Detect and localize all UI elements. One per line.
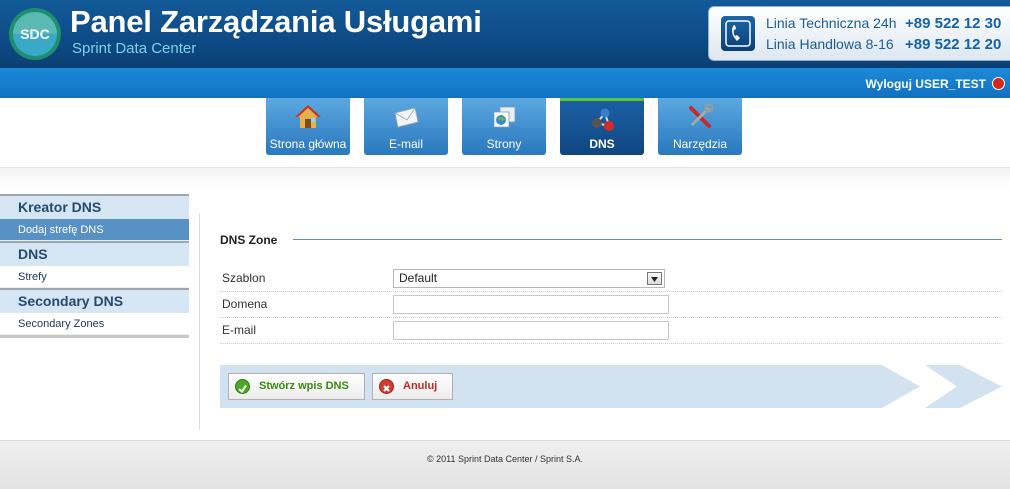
contact-phone[interactable]: +89 522 12 30 bbox=[905, 15, 1001, 32]
sidebar-item-dodaj-strefe[interactable]: Dodaj strefę DNS bbox=[0, 219, 189, 241]
tabs-shadow bbox=[0, 168, 1010, 188]
contact-label: Linia Techniczna 24h bbox=[766, 15, 897, 31]
email-input[interactable] bbox=[393, 321, 669, 340]
close-icon bbox=[379, 379, 394, 394]
sidebar-divider bbox=[0, 335, 189, 338]
sidebar: Kreator DNS Dodaj strefę DNS DNS Strefy … bbox=[0, 194, 189, 338]
header: SDC Panel Zarządzania Usługami Sprint Da… bbox=[0, 0, 1010, 68]
cancel-button[interactable]: Anuluj bbox=[372, 373, 453, 400]
tab-label: Strona główna bbox=[269, 137, 347, 151]
app-title: Panel Zarządzania Usługami bbox=[70, 4, 482, 39]
form-row-domena: Domena bbox=[220, 293, 1002, 318]
content-divider bbox=[199, 213, 200, 430]
tab-home[interactable]: Strona główna bbox=[266, 98, 350, 155]
power-icon[interactable] bbox=[992, 77, 1005, 90]
contact-box: Linia Techniczna 24h +89 522 12 30 Linia … bbox=[708, 6, 1010, 61]
tab-email[interactable]: E-mail bbox=[364, 98, 448, 155]
domena-label: Domena bbox=[222, 297, 268, 311]
sidebar-item-secondary-zones[interactable]: Secondary Zones bbox=[0, 313, 189, 335]
cancel-label: Anuluj bbox=[403, 380, 438, 392]
szablon-value: Default bbox=[399, 271, 438, 285]
sidebar-header-dns: DNS bbox=[0, 241, 189, 266]
tab-pages[interactable]: Strony bbox=[462, 98, 546, 155]
contact-phone[interactable]: +89 522 12 20 bbox=[905, 36, 1001, 53]
logo-text: SDC bbox=[20, 26, 50, 42]
home-icon bbox=[295, 105, 321, 128]
domena-input[interactable] bbox=[393, 295, 669, 314]
form-row-email: E-mail bbox=[220, 319, 1002, 344]
sidebar-item-strefy[interactable]: Strefy bbox=[0, 266, 189, 288]
logout-link[interactable]: Wyloguj USER_TEST bbox=[866, 77, 986, 91]
section-divider bbox=[293, 239, 1002, 240]
contact-row-technical: Linia Techniczna 24h +89 522 12 30 bbox=[766, 15, 1001, 32]
phone-icon bbox=[721, 16, 755, 51]
tab-label: Strony bbox=[486, 137, 522, 151]
szablon-select[interactable]: Default bbox=[393, 269, 665, 288]
sidebar-header-kreator-dns: Kreator DNS bbox=[0, 194, 189, 219]
tab-label: Narzędzia bbox=[672, 137, 728, 151]
tab-dns[interactable]: DNS bbox=[560, 98, 644, 155]
email-label: E-mail bbox=[222, 323, 257, 337]
tab-tools[interactable]: Narzędzia bbox=[658, 98, 742, 155]
contact-label: Linia Handlowa 8-16 bbox=[766, 36, 894, 52]
network-nodes-icon bbox=[592, 108, 614, 131]
form-row-szablon: Szablon Default bbox=[220, 267, 1002, 292]
tools-icon bbox=[689, 104, 713, 128]
tab-label: E-mail bbox=[388, 137, 423, 151]
footer: © 2011 Sprint Data Center / Sprint S.A. bbox=[0, 440, 1010, 489]
envelope-icon bbox=[394, 107, 419, 128]
checkmark-icon bbox=[235, 379, 250, 394]
tab-label: DNS bbox=[589, 137, 615, 151]
szablon-label: Szablon bbox=[222, 271, 266, 285]
create-dns-label: Stwórz wpis DNS bbox=[259, 380, 349, 392]
copyright: © 2011 Sprint Data Center / Sprint S.A. bbox=[426, 454, 584, 464]
create-dns-button[interactable]: Stwórz wpis DNS bbox=[228, 373, 365, 400]
web-pages-icon bbox=[493, 106, 516, 128]
contact-row-sales: Linia Handlowa 8-16 +89 522 12 20 bbox=[766, 36, 1001, 53]
user-bar: Wyloguj USER_TEST bbox=[0, 68, 1010, 98]
sdc-logo: SDC bbox=[9, 8, 61, 60]
chevron-down-icon[interactable] bbox=[647, 272, 662, 285]
section-title: DNS Zone bbox=[220, 233, 278, 247]
app-subtitle: Sprint Data Center bbox=[72, 40, 197, 57]
page: SDC Panel Zarządzania Usługami Sprint Da… bbox=[0, 0, 1010, 489]
action-bar: Stwórz wpis DNS Anuluj bbox=[220, 365, 1002, 408]
sidebar-header-secondary-dns: Secondary DNS bbox=[0, 288, 189, 313]
